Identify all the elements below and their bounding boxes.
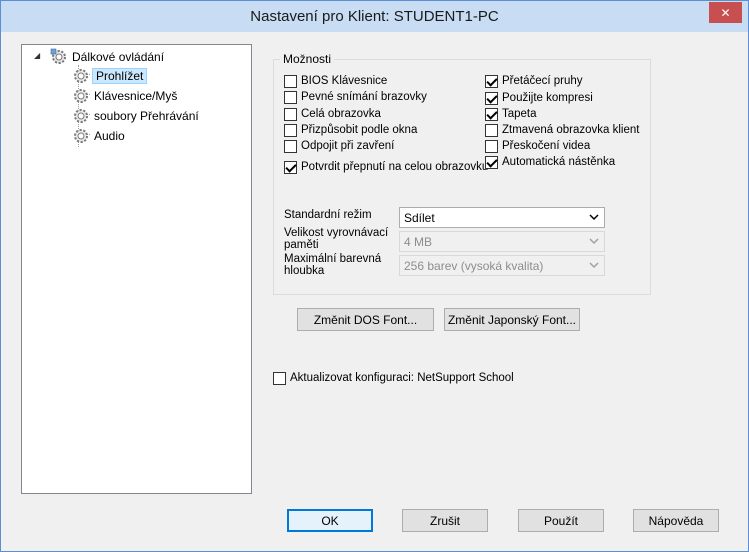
change-japanese-font-button[interactable]: Změnit Japonský Font... bbox=[444, 308, 580, 331]
standard-mode-select[interactable]: Sdílet bbox=[399, 207, 605, 228]
checkbox-label: Použijte kompresi bbox=[502, 92, 593, 104]
checkbox-scroll-bars[interactable]: Přetáčecí pruhy bbox=[485, 73, 583, 89]
checkbox-box[interactable] bbox=[284, 90, 297, 104]
options-group-legend: Možnosti bbox=[280, 52, 335, 66]
checkbox-box[interactable] bbox=[284, 107, 297, 121]
checkbox-label: Přeskočení videa bbox=[502, 140, 591, 152]
checkbox-confirm-full-screen[interactable]: Potvrdit přepnutí na celou obrazovku bbox=[284, 159, 488, 175]
checkbox-update-configuration[interactable]: Aktualizovat konfiguraci: NetSupport Sch… bbox=[273, 370, 514, 386]
cache-size-label-line1: Velikost vyrovnávací bbox=[284, 227, 389, 239]
gear-icon bbox=[74, 109, 88, 123]
tree-item-label: Klávesnice/Myš bbox=[94, 89, 178, 103]
checkbox-label: Ztmavená obrazovka klient bbox=[502, 124, 640, 136]
checkbox-label: Aktualizovat konfiguraci: NetSupport Sch… bbox=[290, 372, 514, 384]
tree-item-replay-files[interactable]: soubory Přehrávání bbox=[72, 107, 199, 125]
cache-size-value: 4 MB bbox=[404, 234, 433, 249]
dialog-body: ◢ Dálkové ovládání Prohlížet Klávesnice/… bbox=[1, 32, 748, 551]
chevron-down-icon bbox=[589, 262, 599, 269]
checkbox-box[interactable] bbox=[284, 139, 297, 153]
checkbox-wallpaper[interactable]: Tapeta bbox=[485, 106, 537, 122]
checkbox-label: Celá obrazovka bbox=[301, 108, 381, 120]
checkbox-label: Tapeta bbox=[502, 108, 537, 120]
cancel-button[interactable]: Zrušit bbox=[402, 509, 488, 532]
checkbox-label: Pevné snímání brazovky bbox=[301, 91, 427, 103]
apply-button[interactable]: Použít bbox=[518, 509, 604, 532]
close-icon: ✕ bbox=[720, 5, 731, 20]
standard-mode-label: Standardní režim bbox=[284, 209, 372, 221]
tree-item-remote-control[interactable]: Dálkové ovládání bbox=[50, 48, 164, 66]
checkbox-box[interactable] bbox=[485, 74, 498, 88]
help-button[interactable]: Nápověda bbox=[633, 509, 719, 532]
tree-item-view[interactable]: Prohlížet bbox=[72, 67, 148, 85]
checkbox-box[interactable] bbox=[284, 74, 297, 88]
tree-item-label: Prohlížet bbox=[92, 68, 148, 84]
tree-item-label: Audio bbox=[94, 129, 125, 143]
checkbox-auto-clipboard[interactable]: Automatická nástěnka bbox=[485, 154, 615, 170]
checkbox-label: BIOS Klávesnice bbox=[301, 75, 388, 87]
change-dos-font-button[interactable]: Změnit DOS Font... bbox=[297, 308, 434, 331]
tree-item-keyboard-mouse[interactable]: Klávesnice/Myš bbox=[72, 87, 177, 105]
checkbox-box[interactable] bbox=[485, 139, 498, 153]
collapse-triangle-icon[interactable]: ◢ bbox=[34, 52, 42, 60]
checkbox-label: Automatická nástěnka bbox=[502, 156, 616, 168]
standard-mode-value: Sdílet bbox=[404, 210, 435, 225]
checkbox-skip-video[interactable]: Přeskočení videa bbox=[485, 138, 590, 154]
checkbox-fit-to-window[interactable]: Přizpůsobit podle okna bbox=[284, 122, 417, 138]
checkbox-disconnect-on-close[interactable]: Odpojit při zavření bbox=[284, 138, 394, 154]
gear-icon bbox=[50, 48, 66, 64]
category-tree[interactable]: ◢ Dálkové ovládání Prohlížet Klávesnice/… bbox=[21, 44, 252, 494]
tree-item-audio[interactable]: Audio bbox=[72, 127, 125, 145]
checkbox-use-compression[interactable]: Použijte kompresi bbox=[485, 90, 593, 106]
checkbox-label: Přetáčecí pruhy bbox=[502, 75, 583, 87]
tree-item-label: soubory Přehrávání bbox=[94, 109, 199, 123]
gear-icon bbox=[74, 129, 88, 143]
tree-item-label: Dálkové ovládání bbox=[72, 50, 165, 64]
gear-icon bbox=[74, 89, 88, 103]
title-bar[interactable]: Nastavení pro Klient: STUDENT1-PC ✕ bbox=[1, 1, 748, 32]
cache-size-label: Velikost vyrovnávací paměti bbox=[284, 227, 388, 251]
cache-size-select[interactable]: 4 MB bbox=[399, 231, 605, 252]
checkbox-fixed-screen-capture[interactable]: Pevné snímání brazovky bbox=[284, 89, 427, 105]
color-depth-label-line2: hloubka bbox=[284, 265, 325, 277]
checkbox-box[interactable] bbox=[485, 91, 498, 105]
checkbox-label: Odpojit při zavření bbox=[301, 140, 395, 152]
checkbox-box[interactable] bbox=[273, 371, 286, 385]
close-button[interactable]: ✕ bbox=[709, 2, 742, 23]
checkbox-dimmed-client-screen[interactable]: Ztmavená obrazovka klient bbox=[485, 122, 639, 138]
checkbox-bios-keyboard[interactable]: BIOS Klávesnice bbox=[284, 73, 387, 89]
color-depth-label-line1: Maximální barevná bbox=[284, 253, 382, 265]
checkbox-box[interactable] bbox=[284, 160, 297, 174]
checkbox-label: Potvrdit přepnutí na celou obrazovku bbox=[301, 161, 489, 173]
chevron-down-icon bbox=[589, 238, 599, 245]
cache-size-label-line2: paměti bbox=[284, 239, 319, 251]
chevron-down-icon bbox=[589, 214, 599, 221]
settings-dialog: Nastavení pro Klient: STUDENT1-PC ✕ ◢ Dá… bbox=[0, 0, 749, 552]
checkbox-full-screen[interactable]: Celá obrazovka bbox=[284, 106, 381, 122]
ok-button[interactable]: OK bbox=[287, 509, 373, 532]
checkbox-box[interactable] bbox=[485, 155, 498, 169]
color-depth-label: Maximální barevná hloubka bbox=[284, 253, 381, 277]
checkbox-box[interactable] bbox=[284, 123, 297, 137]
color-depth-value: 256 barev (vysoká kvalita) bbox=[404, 258, 544, 273]
gear-icon bbox=[74, 69, 88, 83]
checkbox-box[interactable] bbox=[485, 123, 498, 137]
checkbox-label: Přizpůsobit podle okna bbox=[301, 124, 418, 136]
window-title: Nastavení pro Klient: STUDENT1-PC bbox=[250, 8, 499, 25]
color-depth-select[interactable]: 256 barev (vysoká kvalita) bbox=[399, 255, 605, 276]
checkbox-box[interactable] bbox=[485, 107, 498, 121]
